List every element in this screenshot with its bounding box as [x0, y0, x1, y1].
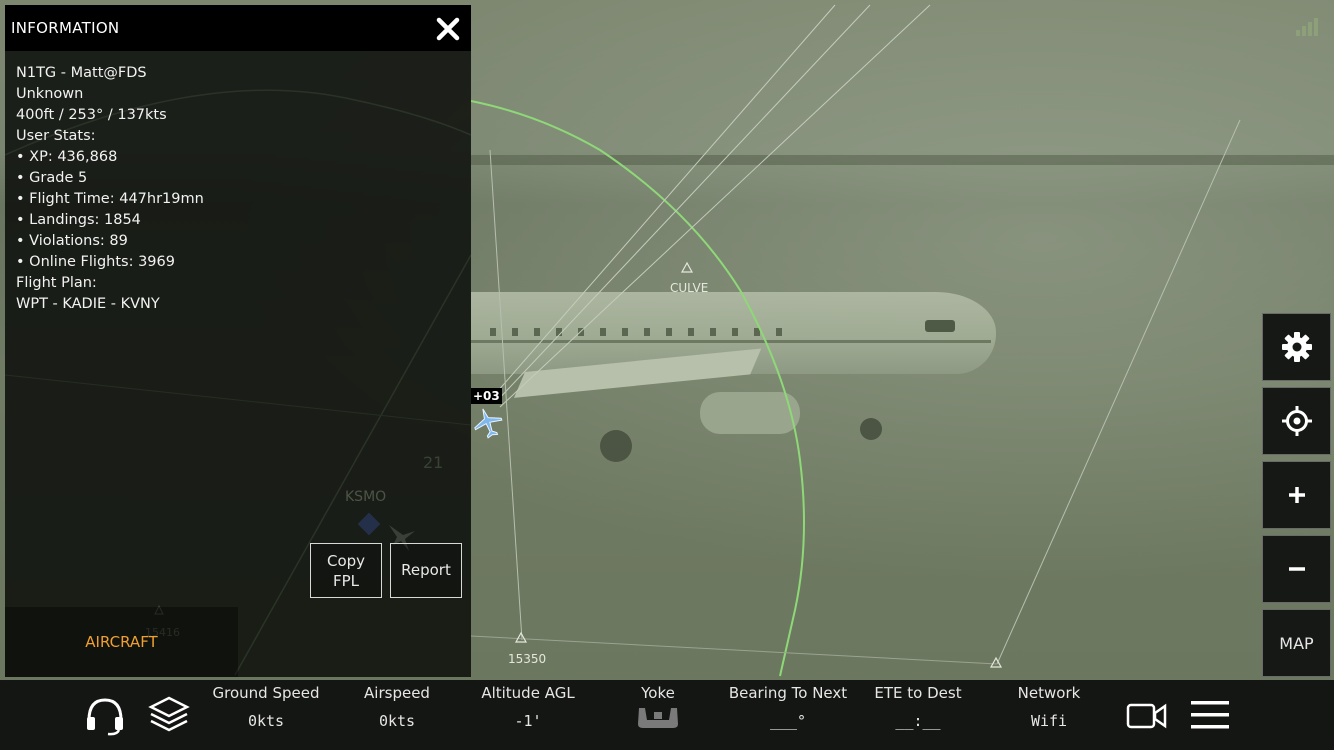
route-line-5: [996, 119, 1241, 665]
signal-icon: [1296, 18, 1318, 36]
underlay-line: [5, 374, 471, 426]
stat-flight-time: • Flight Time: 447hr19mn: [16, 191, 204, 207]
information-panel: 21 KSMO 15416 INFORMATION N1TG - Matt@FD…: [5, 5, 471, 677]
crosshair-icon: [1282, 406, 1312, 436]
copy-fpl-label-2: FPL: [332, 572, 360, 590]
aircraft-tag: +03: [471, 388, 502, 404]
settings-button[interactable]: [1262, 313, 1331, 381]
yoke-icon: [638, 708, 678, 728]
altitude-agl-label: Altitude AGL: [481, 684, 575, 702]
stat-bearing-to-next: Bearing To Next ___°: [724, 684, 852, 730]
aircraft-tab[interactable]: AIRCRAFT: [5, 607, 238, 677]
stat-grade: • Grade 5: [16, 170, 88, 186]
stat-xp: • XP: 436,868: [16, 149, 118, 165]
airplane-icon[interactable]: [471, 406, 505, 440]
hamburger-menu-icon[interactable]: [1189, 698, 1231, 732]
bearing-label: Bearing To Next: [728, 684, 848, 702]
stat-altitude-agl: Altitude AGL -1': [470, 684, 586, 730]
waypoint-15350-label: 15350: [508, 652, 546, 666]
flight-plan-heading: Flight Plan:: [16, 275, 97, 291]
route-line-2: [494, 4, 871, 404]
copy-fpl-label-1: Copy: [326, 552, 366, 570]
route-arc: [470, 100, 805, 677]
ete-label: ETE to Dest: [874, 684, 962, 702]
stat-network: Network Wifi: [1004, 684, 1094, 730]
copy-fpl-button[interactable]: Copy FPL: [310, 543, 382, 598]
ground-speed-value: 0kts: [247, 712, 285, 730]
bottom-toolbar: Ground Speed 0kts Airspeed 0kts Altitude…: [0, 680, 1334, 750]
waypoint-15350-icon[interactable]: [514, 631, 528, 643]
airspeed-value: 0kts: [378, 712, 416, 730]
altitude-agl-value: -1': [514, 712, 542, 730]
camera-icon[interactable]: [1126, 700, 1168, 732]
flight-plan-route: WPT - KADIE - KVNY: [16, 296, 160, 312]
zoom-out-button[interactable]: [1262, 535, 1331, 603]
airport-ksmo-icon[interactable]: [357, 512, 381, 536]
pilot-callsign: N1TG - Matt@FDS: [16, 65, 147, 81]
route-line-1: [489, 4, 836, 401]
gear-icon: [1282, 332, 1312, 362]
app-screen: CULVE 15350 21 KSMO 15416 INFORMATION N1…: [0, 0, 1334, 750]
locate-button[interactable]: [1262, 387, 1331, 455]
user-stats-heading: User Stats:: [16, 128, 96, 144]
close-icon[interactable]: [433, 14, 463, 44]
yoke-label: Yoke: [641, 684, 675, 702]
stat-landings: • Landings: 1854: [16, 212, 141, 228]
layers-icon[interactable]: [148, 695, 190, 735]
route-line-3: [499, 4, 931, 408]
plus-icon: [1289, 487, 1305, 503]
headset-icon[interactable]: [84, 696, 126, 736]
yoke-toggle[interactable]: Yoke: [618, 684, 698, 734]
panel-title: INFORMATION: [11, 19, 120, 37]
pilot-flight-status: 400ft / 253° / 137kts: [16, 107, 167, 123]
waypoint-culve-label: CULVE: [670, 281, 708, 295]
stat-violations: • Violations: 89: [16, 233, 128, 249]
waypoint-culve-icon[interactable]: [680, 261, 694, 273]
minus-icon: [1289, 567, 1305, 571]
map-button-label: MAP: [1279, 634, 1314, 653]
ete-value: __:__: [895, 712, 941, 730]
zoom-in-button[interactable]: [1262, 461, 1331, 529]
ground-speed-label: Ground Speed: [212, 684, 320, 702]
report-button[interactable]: Report: [390, 543, 462, 598]
pilot-info-lines: N1TG - Matt@FDS Unknown 400ft / 253° / 1…: [16, 63, 204, 315]
network-value: Wifi: [1030, 712, 1068, 730]
panel-header: INFORMATION: [5, 5, 471, 51]
pilot-aircraft: Unknown: [16, 86, 84, 102]
stat-ete-to-dest: ETE to Dest __:__: [868, 684, 968, 730]
network-label: Network: [1017, 684, 1081, 702]
aircraft-tab-label: AIRCRAFT: [85, 633, 158, 651]
route-line-6: [470, 635, 998, 665]
bearing-value: ___°: [769, 712, 807, 730]
map-button[interactable]: MAP: [1262, 609, 1331, 677]
airspeed-label: Airspeed: [364, 684, 430, 702]
stat-airspeed: Airspeed 0kts: [347, 684, 447, 730]
runway-label: 21: [423, 453, 443, 472]
stat-ground-speed: Ground Speed 0kts: [206, 684, 326, 730]
stat-online-flights: • Online Flights: 3969: [16, 254, 175, 270]
airport-ksmo-label: KSMO: [345, 489, 386, 505]
